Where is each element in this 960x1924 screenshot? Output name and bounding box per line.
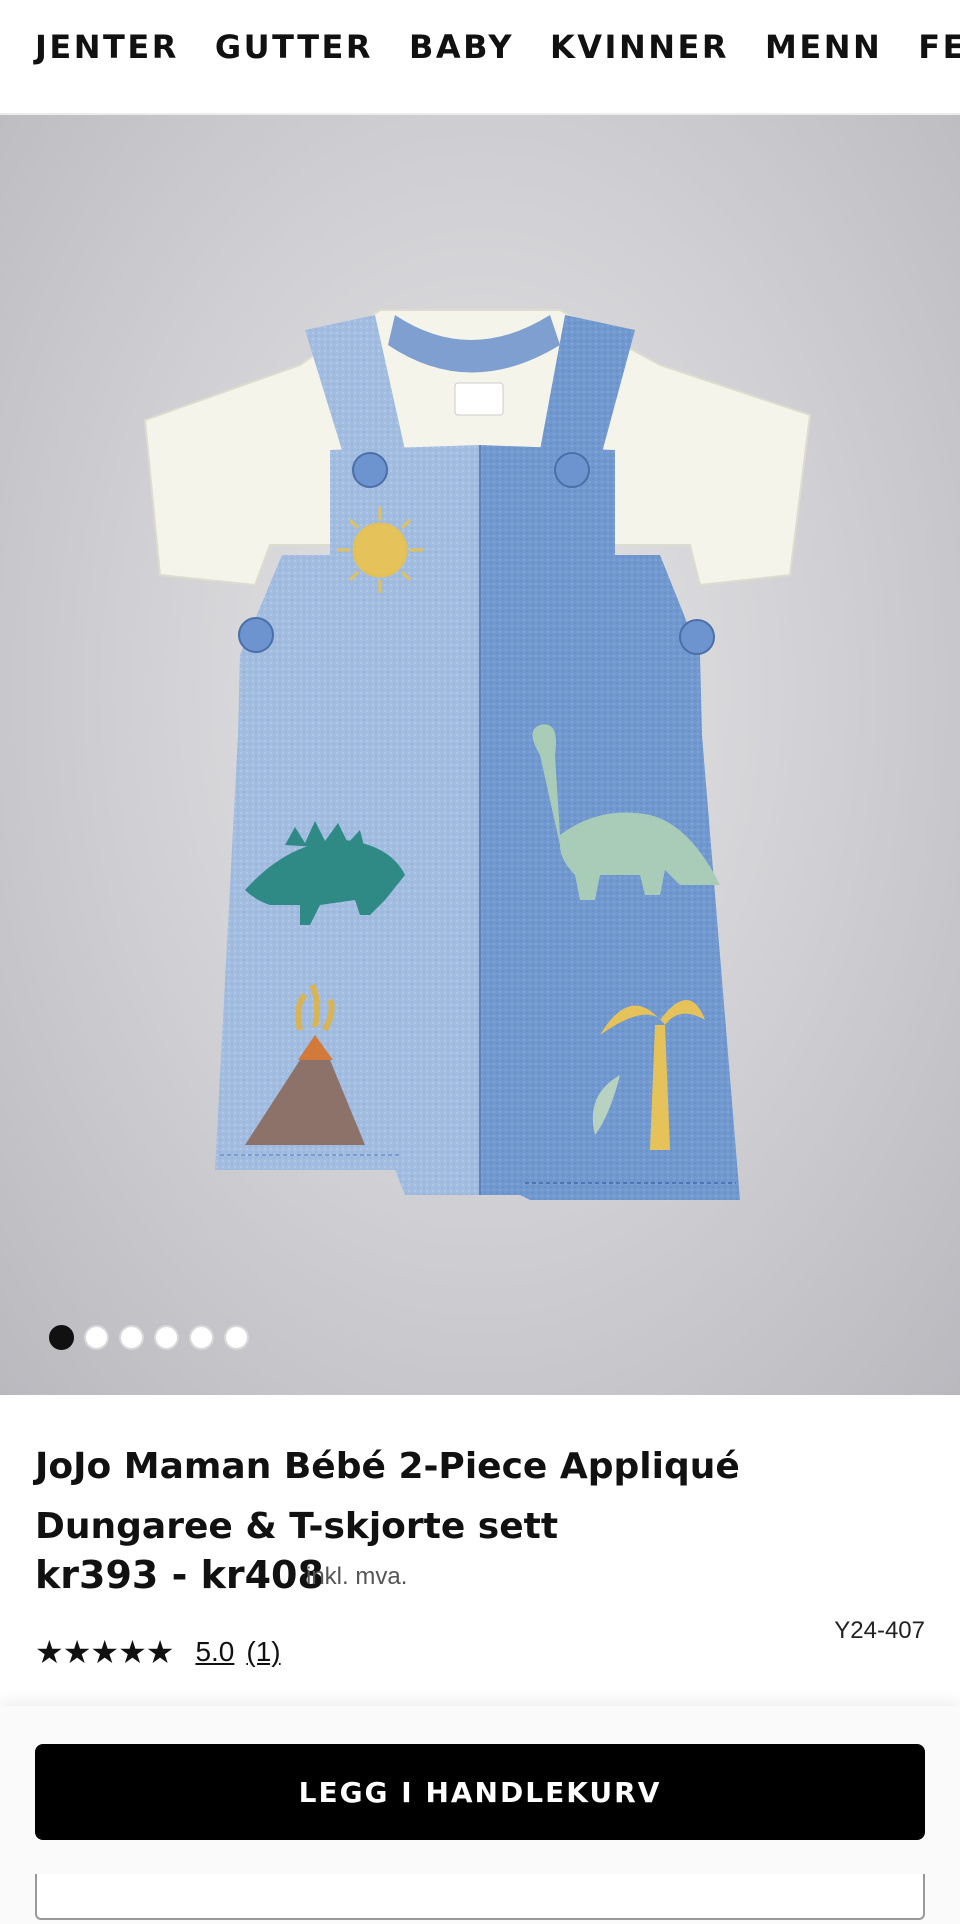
gallery-dot[interactable] <box>189 1325 214 1350</box>
gallery-dot[interactable] <box>49 1325 74 1350</box>
size-select[interactable] <box>35 1874 925 1920</box>
nav-item-menn[interactable]: MENN <box>765 28 882 66</box>
category-nav-list: JENTER GUTTER BABY KVINNER MENN FERIEBU <box>35 28 960 66</box>
nav-item-jenter[interactable]: JENTER <box>35 28 179 66</box>
product-title: JoJo Maman Bébé 2-Piece Appliqué Dungare… <box>35 1446 740 1547</box>
gallery-dot[interactable] <box>119 1325 144 1350</box>
nav-item-kvinner[interactable]: KVINNER <box>550 28 729 66</box>
product-rating[interactable]: ★★★★★ 5.0 (1) <box>35 1633 281 1671</box>
gallery-dot[interactable] <box>154 1325 179 1350</box>
product-sku: Y24-407 <box>834 1617 925 1644</box>
vat-note: inkl. mva. <box>306 1563 408 1590</box>
sticky-cart-bar: LEGG I HANDLEKURV <box>0 1706 960 1924</box>
nav-item-feriebu[interactable]: FERIEBU <box>918 28 960 66</box>
product-image-gallery[interactable] <box>0 115 960 1395</box>
nav-item-gutter[interactable]: GUTTER <box>215 28 373 66</box>
gallery-pagination <box>49 1325 249 1350</box>
gallery-dot[interactable] <box>84 1325 109 1350</box>
category-nav: JENTER GUTTER BABY KVINNER MENN FERIEBU <box>0 0 960 115</box>
review-count-link[interactable]: (1) <box>246 1636 280 1668</box>
product-price: kr393 - kr408 <box>35 1553 324 1597</box>
rating-score-link[interactable]: 5.0 <box>195 1636 234 1668</box>
nav-item-baby[interactable]: BABY <box>409 28 514 66</box>
star-rating-icon: ★★★★★ <box>35 1634 174 1670</box>
add-to-cart-button[interactable]: LEGG I HANDLEKURV <box>35 1744 925 1840</box>
product-image <box>143 309 812 1200</box>
gallery-dot[interactable] <box>224 1325 249 1350</box>
product-info: JoJo Maman Bébé 2-Piece Appliqué Dungare… <box>0 1395 960 1715</box>
